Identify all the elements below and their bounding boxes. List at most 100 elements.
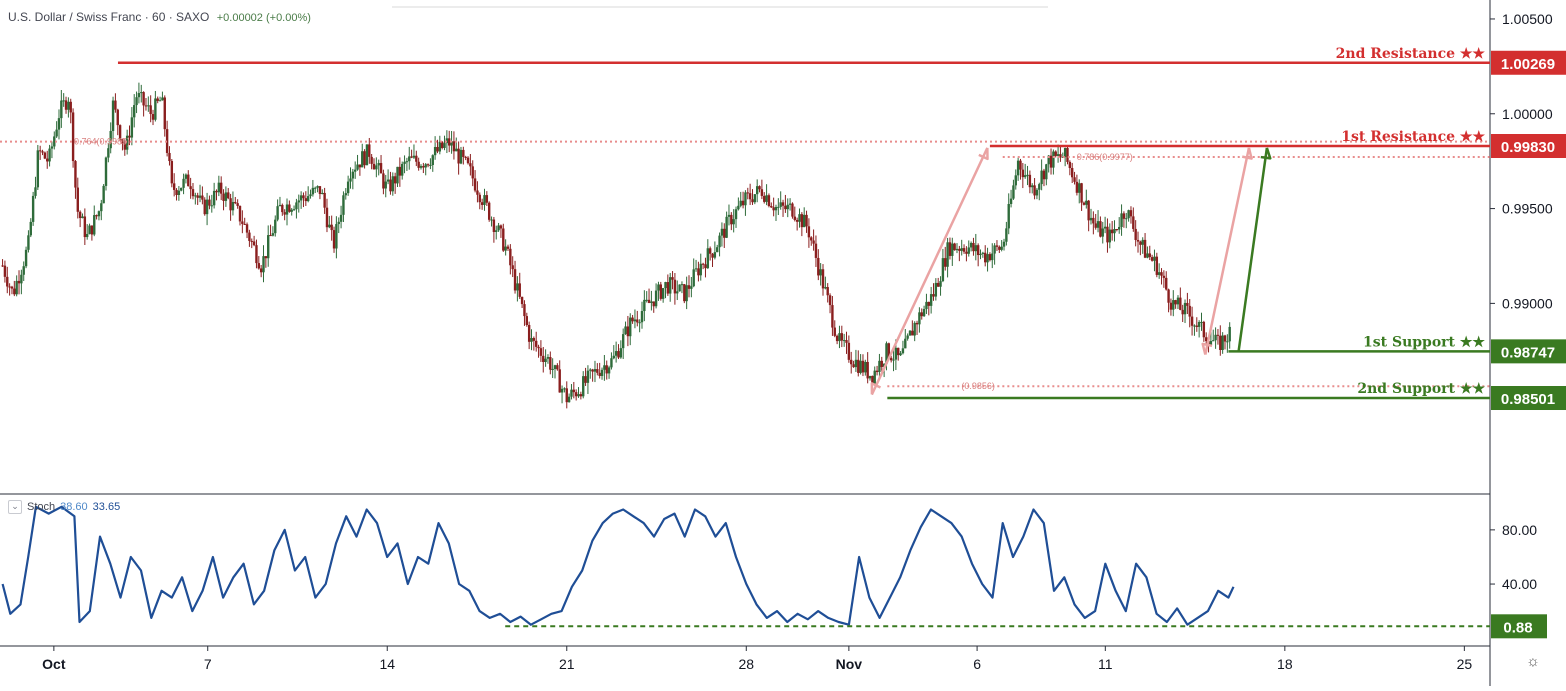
candle-body	[1052, 151, 1055, 168]
candle-body	[1085, 200, 1088, 205]
candle-body	[288, 204, 291, 212]
candle-body	[1063, 148, 1067, 157]
candle-body	[516, 283, 519, 291]
candle-body	[433, 146, 437, 156]
candle-body	[657, 284, 660, 291]
level-value-label: 1.00269	[1501, 56, 1555, 73]
candle-body	[495, 230, 498, 232]
candle-body	[318, 186, 322, 195]
candle-body	[81, 216, 84, 219]
candle-body	[929, 294, 933, 306]
candle-body	[706, 248, 710, 269]
candle-body	[802, 214, 806, 228]
candle-body	[1188, 305, 1191, 317]
candle-body	[140, 92, 143, 94]
candle-body	[41, 151, 44, 153]
chevron-down-icon[interactable]: ⌄	[8, 500, 22, 514]
candle-body	[274, 219, 277, 234]
candle-body	[1179, 297, 1182, 310]
candle-body	[1089, 217, 1093, 221]
candle-body	[217, 182, 221, 193]
candle-body	[1106, 226, 1109, 243]
candle-body	[1183, 302, 1187, 315]
candle-body	[1181, 309, 1184, 315]
candle-body	[276, 206, 279, 220]
chart-area[interactable]: 1.00500 1.00000 0.99500 0.99000 80.00 40.00 Oc…	[0, 0, 1566, 686]
candle-body	[283, 212, 286, 215]
candle-body	[614, 351, 618, 356]
candle-body	[589, 369, 592, 371]
candle-body	[440, 141, 444, 148]
candle-body	[104, 157, 108, 186]
candle-body	[212, 190, 216, 206]
candle-body	[758, 186, 761, 190]
candle-body	[600, 369, 604, 376]
candle-body	[572, 389, 576, 393]
candle-body	[363, 151, 366, 166]
candle-body	[198, 195, 202, 198]
candle-body	[537, 346, 540, 349]
price-chart-svg[interactable]: 1.00500 1.00000 0.99500 0.99000 80.00 40.00 Oc…	[0, 0, 1566, 686]
candle-body	[626, 326, 630, 337]
candle-body	[859, 360, 862, 373]
candle-body	[349, 178, 352, 182]
candle-body	[1033, 185, 1036, 196]
candle-body	[1200, 321, 1203, 323]
candle-body	[189, 186, 192, 190]
candle-body	[692, 269, 695, 287]
candle-body	[170, 161, 174, 184]
candle-body	[810, 237, 813, 241]
candle-body	[546, 357, 550, 359]
candle-body	[784, 205, 787, 210]
candle-body	[473, 178, 477, 191]
candle-body	[408, 156, 411, 162]
candle-body	[549, 357, 552, 370]
candle-body	[502, 228, 505, 251]
candle-body	[161, 97, 164, 101]
candle-body	[93, 215, 96, 235]
candle-body	[527, 324, 531, 342]
candle-body	[1054, 151, 1057, 156]
candle-body	[74, 161, 77, 188]
candle-body	[187, 174, 190, 187]
candle-body	[229, 198, 232, 211]
candle-body	[819, 269, 822, 276]
candle-body	[487, 202, 491, 220]
candle-body	[208, 199, 211, 206]
candle-body	[311, 187, 315, 195]
candle-body	[647, 299, 651, 303]
time-tick-label: Nov	[836, 656, 863, 672]
candle-body	[984, 252, 987, 263]
candle-body	[227, 192, 230, 199]
gear-icon[interactable]: ☼	[1524, 653, 1542, 671]
level-label: 1st Support ★★	[1363, 334, 1485, 350]
candle-body	[1186, 302, 1189, 306]
candle-body	[241, 221, 244, 224]
candle-body	[337, 221, 340, 225]
candle-body	[224, 192, 228, 201]
candle-body	[144, 105, 148, 107]
candle-body	[111, 100, 115, 131]
candle-body	[344, 193, 347, 196]
candle-body	[666, 282, 670, 294]
candle-body	[290, 209, 293, 212]
candle-body	[309, 194, 312, 197]
candle-body	[697, 268, 700, 276]
candle-body	[203, 199, 206, 215]
candle-body	[1122, 213, 1126, 219]
candle-body	[422, 166, 425, 168]
candle-body	[716, 247, 719, 253]
candle-body	[1120, 213, 1123, 227]
candle-body	[1092, 217, 1095, 224]
candle-body	[671, 277, 674, 280]
candle-body	[401, 163, 404, 176]
time-tick-label: 11	[1098, 656, 1113, 672]
candle-body	[1073, 177, 1076, 182]
level-label: 2nd Support ★★	[1357, 381, 1485, 397]
candle-body	[965, 251, 968, 254]
candle-body	[1141, 239, 1144, 245]
candle-body	[650, 301, 653, 303]
candle-body	[558, 369, 561, 393]
candle-body	[36, 150, 40, 188]
time-tick-label: 6	[973, 656, 981, 672]
